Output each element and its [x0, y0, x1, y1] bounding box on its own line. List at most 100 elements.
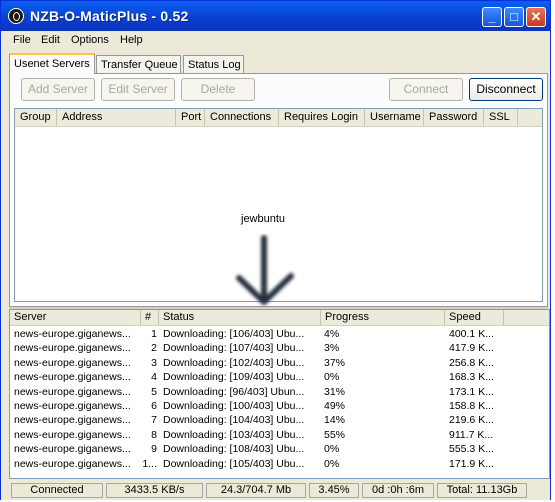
menu-bar: File Edit Options Help — [1, 31, 550, 51]
cell-speed: 911.7 K... — [449, 428, 494, 441]
tab-transfer-queue[interactable]: Transfer Queue — [96, 55, 181, 73]
cell-num: 3 — [151, 356, 157, 369]
cell-server: news-europe.giganews... — [14, 428, 131, 441]
col-ssl[interactable]: SSL — [484, 109, 518, 126]
cell-speed: 219.6 K... — [449, 414, 494, 427]
col-server[interactable]: Server — [10, 310, 141, 325]
cell-progress: 37% — [324, 356, 346, 369]
table-row[interactable]: news-europe.giganews... 4 Downloading: [10… — [10, 370, 549, 384]
disconnect-button[interactable]: Disconnect — [469, 78, 543, 101]
status-percent: 3.45% — [309, 483, 359, 498]
cell-num: 4 — [151, 371, 157, 384]
col-connections[interactable]: Connections — [205, 109, 279, 126]
status-size: 24.3/704.7 Mb — [206, 483, 306, 498]
maximize-button[interactable]: □ — [504, 7, 524, 27]
title-bar[interactable]: NZB-O-MaticPlus - 0.52 _ □ ✕ — [1, 1, 550, 31]
cell-progress: 0% — [324, 457, 340, 470]
transfer-list-header: Server # Status Progress Speed — [10, 310, 549, 326]
cell-speed: 417.9 K... — [449, 342, 494, 355]
cell-num: 7 — [151, 414, 157, 427]
cell-num: 1... — [142, 457, 157, 470]
cell-status: Downloading: [103/403] Ubu... — [163, 428, 305, 441]
menu-help[interactable]: Help — [120, 34, 143, 46]
col-progress[interactable]: Progress — [321, 310, 445, 325]
connect-button[interactable]: Connect — [389, 78, 463, 101]
col-requires-login[interactable]: Requires Login — [279, 109, 365, 126]
cell-speed: 173.1 K... — [449, 385, 494, 398]
cell-num: 5 — [151, 385, 157, 398]
cell-progress: 0% — [324, 443, 340, 456]
table-row[interactable]: news-europe.giganews... 7 Downloading: [10… — [10, 413, 549, 427]
cell-speed: 168.3 K... — [449, 371, 494, 384]
cell-status: Downloading: [108/403] Ubu... — [163, 443, 305, 456]
annotation-arrow-icon — [236, 235, 294, 305]
minimize-button[interactable]: _ — [482, 7, 502, 27]
delete-button[interactable]: Delete — [181, 78, 255, 101]
status-speed: 3433.5 KB/s — [106, 483, 203, 498]
table-row[interactable]: news-europe.giganews... 8 Downloading: [10… — [10, 428, 549, 442]
cell-server: news-europe.giganews... — [14, 400, 131, 412]
cell-server: news-europe.giganews... — [14, 414, 131, 427]
table-row[interactable]: news-europe.giganews... 5 Downloading: [96… — [10, 385, 549, 399]
cell-progress: 14% — [324, 414, 346, 427]
cell-speed: 171.9 K... — [449, 457, 494, 470]
tab-status-log[interactable]: Status Log — [183, 55, 244, 73]
cell-server: news-europe.giganews... — [14, 385, 131, 398]
cell-status: Downloading: [96/403] Ubun... — [163, 385, 305, 398]
cell-server: news-europe.giganews... — [14, 342, 131, 355]
cell-speed: 158.8 K... — [449, 400, 494, 412]
add-server-button[interactable]: Add Server — [21, 78, 95, 101]
app-window: NZB-O-MaticPlus - 0.52 _ □ ✕ File Edit O… — [0, 0, 551, 500]
cell-progress: 55% — [324, 428, 346, 441]
menu-edit[interactable]: Edit — [41, 34, 60, 46]
cell-server: news-europe.giganews... — [14, 371, 131, 384]
col-port[interactable]: Port — [176, 109, 205, 126]
cell-status: Downloading: [102/403] Ubu... — [163, 356, 305, 369]
cell-status: Downloading: [106/403] Ubu... — [163, 328, 305, 340]
cell-status: Downloading: [104/403] Ubu... — [163, 414, 305, 427]
cell-progress: 3% — [324, 342, 340, 355]
table-row[interactable]: news-europe.giganews... 6 Downloading: [10… — [10, 399, 549, 413]
cell-status: Downloading: [105/403] Ubu... — [163, 457, 305, 470]
cell-progress: 31% — [324, 385, 346, 398]
table-row[interactable]: news-europe.giganews... 1 Downloading: [10… — [10, 327, 549, 341]
col-number[interactable]: # — [141, 310, 159, 325]
edit-server-button[interactable]: Edit Server — [101, 78, 175, 101]
col-speed[interactable]: Speed — [445, 310, 504, 325]
col-password[interactable]: Password — [424, 109, 484, 126]
cell-server: news-europe.giganews... — [14, 443, 131, 456]
cell-num: 1 — [151, 328, 157, 340]
cell-server: news-europe.giganews... — [14, 356, 131, 369]
cell-num: 6 — [151, 400, 157, 412]
menu-file[interactable]: File — [13, 34, 31, 46]
cell-num: 2 — [151, 342, 157, 355]
cell-server: news-europe.giganews... — [14, 328, 131, 340]
table-row[interactable]: news-europe.giganews... 3 Downloading: [10… — [10, 356, 549, 370]
cell-progress: 4% — [324, 328, 340, 340]
cell-speed: 256.8 K... — [449, 356, 494, 369]
table-row[interactable]: news-europe.giganews... 2 Downloading: [10… — [10, 341, 549, 355]
col-address[interactable]: Address — [57, 109, 176, 126]
table-row[interactable]: news-europe.giganews... 9 Downloading: [10… — [10, 442, 549, 456]
status-bar: Connected 3433.5 KB/s 24.3/704.7 Mb 3.45… — [1, 481, 550, 500]
tab-usenet-servers[interactable]: Usenet Servers — [9, 53, 95, 74]
col-status[interactable]: Status — [159, 310, 321, 325]
cell-status: Downloading: [107/403] Ubu... — [163, 342, 305, 355]
app-icon — [8, 8, 24, 24]
status-total: Total: 11.13Gb — [437, 483, 527, 498]
cell-server: news-europe.giganews... — [14, 457, 131, 470]
cell-num: 8 — [151, 428, 157, 441]
menu-options[interactable]: Options — [71, 34, 109, 46]
cell-speed: 555.3 K... — [449, 443, 494, 456]
status-eta: 0d :0h :6m — [362, 483, 434, 498]
cell-progress: 0% — [324, 371, 340, 384]
col-username[interactable]: Username — [365, 109, 424, 126]
status-connection: Connected — [11, 483, 103, 498]
transfer-list[interactable]: Server # Status Progress Speed news-euro… — [9, 309, 550, 479]
close-button[interactable]: ✕ — [526, 7, 546, 27]
cell-speed: 400.1 K... — [449, 328, 494, 340]
col-group[interactable]: Group — [15, 109, 57, 126]
table-row[interactable]: news-europe.giganews... 1... Downloading: … — [10, 457, 549, 471]
cell-progress: 49% — [324, 400, 346, 412]
cell-status: Downloading: [100/403] Ubu... — [163, 400, 305, 412]
